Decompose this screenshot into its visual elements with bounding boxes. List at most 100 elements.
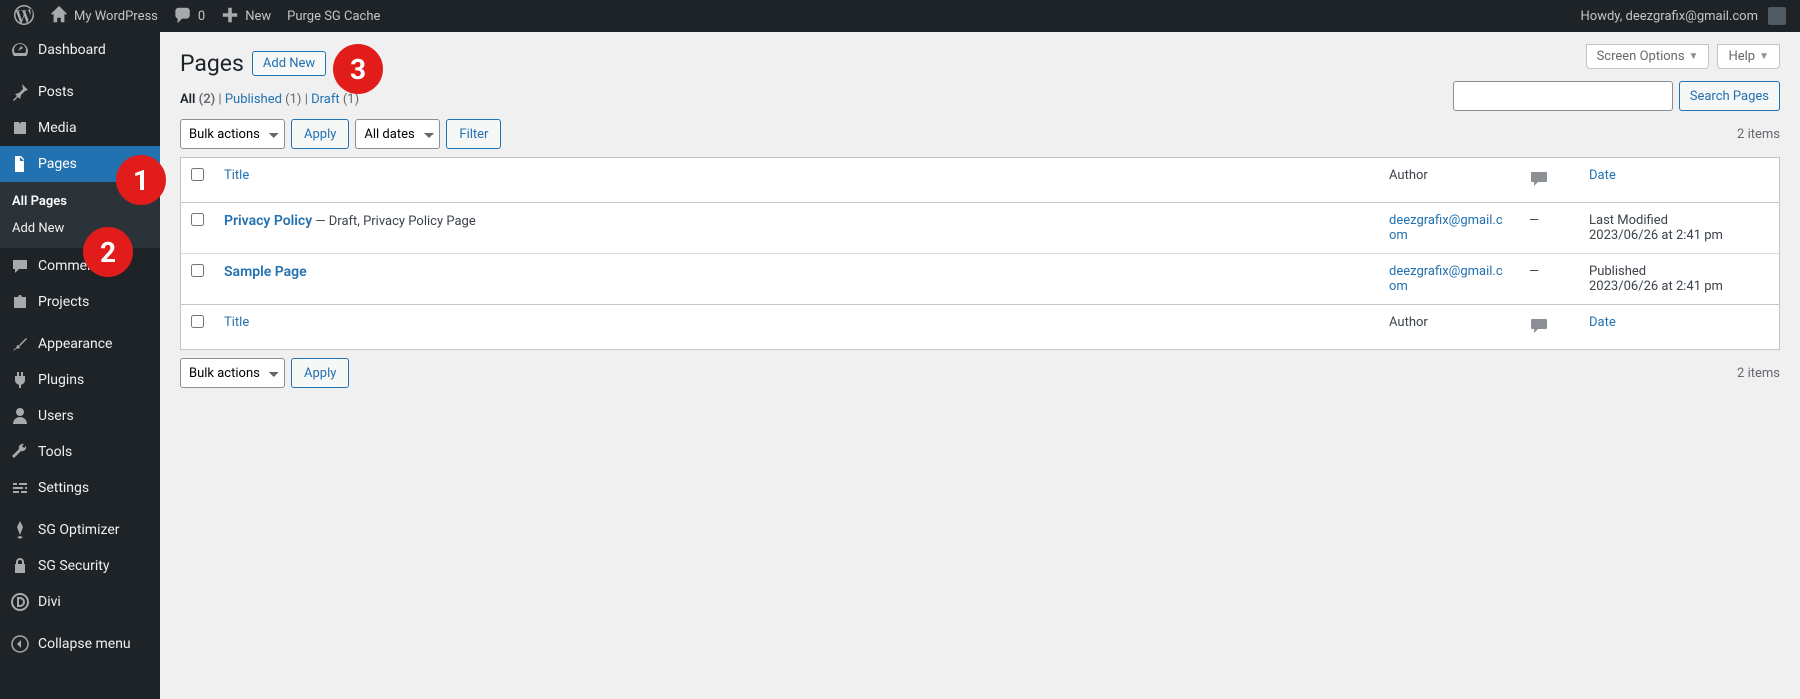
divi-icon — [10, 592, 30, 612]
search-input[interactable] — [1453, 81, 1673, 111]
table-row: Privacy Policy — Draft, Privacy Policy P… — [181, 203, 1779, 254]
page-title-link[interactable]: Sample Page — [224, 264, 307, 280]
search-button[interactable]: Search Pages — [1679, 81, 1780, 111]
collapse-icon — [10, 634, 30, 654]
column-date[interactable]: Date — [1589, 168, 1616, 183]
lock-icon — [10, 556, 30, 576]
comments-count: 0 — [198, 9, 205, 24]
submenu-all-pages[interactable]: All Pages — [0, 188, 160, 215]
admin-bar-right: Howdy, deezgrafix@gmail.com — [1573, 0, 1795, 32]
filter-draft[interactable]: Draft (1) — [311, 92, 359, 107]
menu-dashboard[interactable]: Dashboard — [0, 32, 160, 68]
new-content-label: New — [245, 9, 271, 24]
date-label: Published — [1589, 264, 1646, 279]
screen-options-toggle[interactable]: Screen Options ▼ — [1586, 44, 1710, 69]
menu-posts[interactable]: Posts — [0, 74, 160, 110]
menu-comments[interactable]: Comments — [0, 248, 160, 284]
home-icon — [50, 6, 68, 27]
author-link[interactable]: deezgrafix@gmail.com — [1389, 213, 1503, 243]
menu-label: Pages — [38, 156, 77, 172]
menu-projects[interactable]: Projects — [0, 284, 160, 320]
date-label: Last Modified — [1589, 213, 1668, 228]
tablenav-bottom: Bulk actions Apply 2 items — [180, 356, 1780, 390]
column-author: Author — [1379, 304, 1519, 349]
site-name-link[interactable]: My WordPress — [42, 0, 166, 32]
menu-media[interactable]: Media — [0, 110, 160, 146]
select-all-checkbox[interactable] — [191, 168, 204, 181]
add-new-button[interactable]: Add New — [252, 51, 326, 76]
submenu-add-new[interactable]: Add New — [0, 215, 160, 242]
menu-label: Plugins — [38, 372, 84, 388]
filter-published[interactable]: Published (1) — [225, 92, 302, 107]
menu-label: Users — [38, 408, 74, 424]
chevron-down-icon: ▼ — [1759, 51, 1769, 62]
menu-tools[interactable]: Tools — [0, 434, 160, 470]
select-all-checkbox-bottom[interactable] — [191, 315, 204, 328]
menu-label: Settings — [38, 480, 89, 496]
comment-icon — [10, 256, 30, 276]
purge-cache-label: Purge SG Cache — [287, 9, 380, 24]
admin-sidebar: Dashboard Posts Media Pages All Pages Ad… — [0, 32, 160, 699]
purge-cache-link[interactable]: Purge SG Cache — [279, 0, 388, 32]
menu-label: Tools — [38, 444, 72, 460]
column-comments[interactable] — [1519, 158, 1579, 203]
help-label: Help — [1728, 49, 1755, 64]
menu-divi[interactable]: Divi — [0, 584, 160, 620]
page-title: Pages — [180, 50, 244, 77]
menu-plugins[interactable]: Plugins — [0, 362, 160, 398]
menu-label: SG Optimizer — [38, 522, 119, 538]
pages-table: Title Author Date Privacy Policy — Draft… — [180, 157, 1780, 350]
bulk-actions-select-bottom[interactable]: Bulk actions — [180, 358, 285, 388]
menu-sg-optimizer[interactable]: SG Optimizer — [0, 512, 160, 548]
column-title[interactable]: Title — [224, 315, 249, 330]
filter-button[interactable]: Filter — [446, 119, 501, 149]
pin-icon — [10, 82, 30, 102]
author-link[interactable]: deezgrafix@gmail.com — [1389, 264, 1503, 294]
page-title-link[interactable]: Privacy Policy — [224, 213, 312, 229]
row-checkbox[interactable] — [191, 213, 204, 226]
sliders-icon — [10, 478, 30, 498]
plus-icon — [221, 6, 239, 27]
wp-logo-menu[interactable] — [6, 0, 42, 32]
menu-label: Dashboard — [38, 42, 106, 58]
menu-pages[interactable]: Pages — [0, 146, 160, 182]
date-filter-select[interactable]: All dates — [355, 119, 440, 149]
column-title[interactable]: Title — [224, 168, 249, 183]
column-comments[interactable] — [1519, 304, 1579, 349]
menu-users[interactable]: Users — [0, 398, 160, 434]
menu-label: Comments — [38, 258, 107, 274]
menu-appearance[interactable]: Appearance — [0, 326, 160, 362]
collapse-menu[interactable]: Collapse menu — [0, 626, 160, 662]
help-toggle[interactable]: Help ▼ — [1717, 44, 1780, 69]
apply-button[interactable]: Apply — [291, 119, 349, 149]
tablenav-top: Bulk actions Apply All dates Filter 2 it… — [180, 117, 1780, 151]
menu-sg-security[interactable]: SG Security — [0, 548, 160, 584]
items-count-bottom: 2 items — [1737, 366, 1780, 381]
heading-row: Pages Add New — [180, 50, 1586, 77]
avatar — [1768, 7, 1786, 25]
dashboard-icon — [10, 40, 30, 60]
menu-settings[interactable]: Settings — [0, 470, 160, 506]
bulk-actions-select[interactable]: Bulk actions — [180, 119, 285, 149]
user-icon — [10, 406, 30, 426]
site-name-label: My WordPress — [74, 9, 158, 24]
column-date[interactable]: Date — [1589, 315, 1616, 330]
howdy-label: Howdy, deezgrafix@gmail.com — [1581, 9, 1759, 24]
menu-label: Posts — [38, 84, 74, 100]
date-value: 2023/06/26 at 2:41 pm — [1589, 279, 1723, 294]
apply-button-bottom[interactable]: Apply — [291, 358, 349, 388]
search-box: Search Pages — [1453, 81, 1780, 111]
main-content: Screen Options ▼ Help ▼ Pages Add New Al… — [160, 32, 1800, 699]
portfolio-icon — [10, 292, 30, 312]
my-account-link[interactable]: Howdy, deezgrafix@gmail.com — [1573, 0, 1795, 32]
filter-all[interactable]: All (2) — [180, 92, 215, 107]
comments-cell: — — [1519, 254, 1579, 304]
new-content-link[interactable]: New — [213, 0, 279, 32]
submenu-label: All Pages — [12, 194, 67, 209]
screen-meta-links: Screen Options ▼ Help ▼ — [1586, 44, 1780, 69]
row-checkbox[interactable] — [191, 264, 204, 277]
comments-link[interactable]: 0 — [166, 0, 213, 32]
rocket-icon — [10, 520, 30, 540]
chevron-down-icon: ▼ — [1689, 51, 1699, 62]
wordpress-icon — [14, 5, 34, 28]
